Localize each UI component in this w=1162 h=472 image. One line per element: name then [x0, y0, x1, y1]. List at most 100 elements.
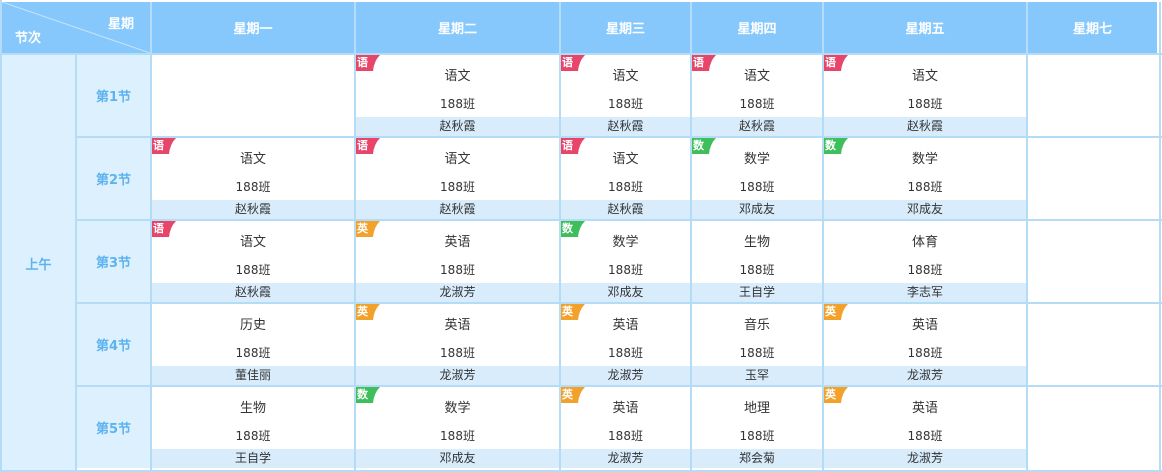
class-name: 188班 — [440, 180, 475, 194]
class-name: 188班 — [608, 263, 643, 277]
class-name: 188班 — [907, 97, 943, 111]
subject-name: 数学 — [743, 152, 770, 167]
schedule-cell-p1-sun[interactable] — [1028, 55, 1157, 136]
subject-name: 历史 — [239, 318, 266, 333]
subject-name: 语文 — [743, 69, 770, 84]
teacher-name: 王自学 — [692, 283, 822, 302]
schedule-cell-p4-mon[interactable]: 历史 188班董佳丽 — [152, 304, 354, 385]
teacher-name: 王自学 — [152, 449, 354, 468]
subject-name: 语文 — [239, 235, 266, 250]
day-header-thu: 星期四 — [692, 2, 822, 53]
schedule-cell-p3-mon[interactable]: 语语文 188班 赵秋霞 — [152, 221, 354, 302]
schedule-cell-p5-tue[interactable]: 数数学 188班 邓成友 — [356, 387, 559, 468]
schedule-cell-p5-thu[interactable]: 地理 188班 郑会菊 — [692, 387, 822, 468]
schedule-cell-p3-thu[interactable]: 生物 188班 王自学 — [692, 221, 822, 302]
class-name: 188班 — [235, 346, 271, 360]
schedule-cell-p5-sun[interactable] — [1028, 387, 1157, 468]
day-header-tue: 星期二 — [356, 2, 559, 53]
class-name: 188班 — [907, 180, 943, 194]
schedule-cell-p1-wed[interactable]: 语语文 188班 赵秋霞 — [561, 55, 690, 136]
schedule-cell-p4-wed[interactable]: 英英语 188班 龙淑芳 — [561, 304, 690, 385]
class-name: 188班 — [739, 180, 775, 194]
schedule-cell-p2-thu[interactable]: 数数学 188班 邓成友 — [692, 138, 822, 219]
corner-weekday-label: 星期 — [107, 17, 134, 32]
teacher-name: 赵秋霞 — [692, 117, 822, 136]
subject-name: 语文 — [239, 152, 266, 167]
subject-name: 语文 — [612, 152, 639, 167]
subject-name: 数学 — [444, 401, 471, 416]
schedule-cell-p1-fri[interactable]: 语语文 188班 赵秋霞 — [824, 55, 1026, 136]
teacher-name: 龙淑芳 — [561, 449, 690, 468]
subject-name: 生物 — [239, 401, 266, 416]
grid-line-col-2 — [354, 2, 356, 472]
class-name: 188班 — [235, 263, 271, 277]
period-label-4: 第4节 — [77, 304, 150, 385]
subject-name: 生物 — [743, 235, 770, 250]
subject-name: 英语 — [444, 235, 471, 250]
schedule-cell-p3-wed[interactable]: 数数学 188班 邓成友 — [561, 221, 690, 302]
class-name: 188班 — [608, 429, 643, 443]
grid-line-col-1 — [150, 2, 152, 472]
subject-name: 数学 — [911, 152, 938, 167]
schedule-cell-p3-sun[interactable] — [1028, 221, 1157, 302]
subject-name: 英语 — [612, 401, 639, 416]
grid-line-col-3 — [559, 2, 561, 472]
teacher-name: 龙淑芳 — [356, 283, 559, 302]
period-label-1: 第1节 — [77, 55, 150, 136]
schedule-cell-p1-mon[interactable] — [152, 55, 354, 136]
schedule-cell-p3-tue[interactable]: 英英语 188班 龙淑芳 — [356, 221, 559, 302]
class-name: 188班 — [235, 429, 271, 443]
schedule-cell-p5-fri[interactable]: 英英语 188班 龙淑芳 — [824, 387, 1026, 468]
schedule-cell-p5-wed[interactable]: 英英语 188班 龙淑芳 — [561, 387, 690, 468]
schedule-cell-p2-sun[interactable] — [1028, 138, 1157, 219]
teacher-name: 赵秋霞 — [561, 117, 690, 136]
grid-line-row-4 — [77, 385, 1162, 387]
day-header-wed: 星期三 — [561, 2, 690, 53]
schedule-cell-p3-fri[interactable]: 体育 188班 李志军 — [824, 221, 1026, 302]
class-name: 188班 — [235, 180, 271, 194]
grid-line-left-edge — [0, 0, 2, 472]
subject-name: 数学 — [612, 235, 639, 250]
teacher-name: 赵秋霞 — [824, 117, 1026, 136]
schedule-cell-p4-fri[interactable]: 英英语 188班 龙淑芳 — [824, 304, 1026, 385]
subject-name: 英语 — [612, 318, 639, 333]
grid-line-section-divider — [75, 55, 77, 472]
grid-line-header-bottom — [0, 53, 1162, 55]
period-label-2: 第2节 — [77, 138, 150, 219]
grid-line-row-2 — [77, 219, 1162, 221]
class-name: 188班 — [907, 263, 943, 277]
timetable: 星期 节次 上午 星期一 星期二 星期三 星期四 星期五 星期七 第1节 第2节 第3节 第4节第… — [0, 0, 1162, 472]
schedule-cell-p2-mon[interactable]: 语语文 188班 赵秋霞 — [152, 138, 354, 219]
schedule-cell-p1-thu[interactable]: 语语文 188班 赵秋霞 — [692, 55, 822, 136]
grid-line-col-5 — [822, 2, 824, 472]
day-header-fri: 星期五 — [824, 2, 1026, 53]
teacher-name: 邓成友 — [561, 283, 690, 302]
schedule-cell-p2-tue[interactable]: 语语文 188班 赵秋霞 — [356, 138, 559, 219]
subject-name: 语文 — [444, 152, 471, 167]
schedule-cell-p1-tue[interactable]: 语语文 188班 赵秋霞 — [356, 55, 559, 136]
subject-name: 语文 — [612, 69, 639, 84]
class-name: 188班 — [440, 429, 475, 443]
teacher-name: 董佳丽 — [152, 366, 354, 385]
schedule-cell-p2-wed[interactable]: 语语文 188班 赵秋霞 — [561, 138, 690, 219]
teacher-name: 龙淑芳 — [824, 449, 1026, 468]
day-header-mon: 星期一 — [152, 2, 354, 53]
teacher-name: 赵秋霞 — [152, 200, 354, 219]
teacher-name: 玉罕 — [692, 366, 822, 385]
class-name: 188班 — [608, 346, 643, 360]
teacher-name: 邓成友 — [356, 449, 559, 468]
subject-name: 音乐 — [743, 318, 770, 333]
schedule-cell-p2-fri[interactable]: 数数学 188班 邓成友 — [824, 138, 1026, 219]
grid-line-row-3 — [77, 302, 1162, 304]
teacher-name: 赵秋霞 — [561, 200, 690, 219]
corner-period-label: 节次 — [15, 31, 42, 46]
teacher-name: 赵秋霞 — [356, 117, 559, 136]
schedule-cell-p4-thu[interactable]: 音乐 188班 玉罕 — [692, 304, 822, 385]
period-label-5: 第5节 — [77, 387, 150, 468]
subject-name: 地理 — [743, 401, 770, 416]
subject-name: 英语 — [911, 401, 938, 416]
schedule-cell-p5-mon[interactable]: 生物 188班王自学 — [152, 387, 354, 468]
period-label-3: 第3节 — [77, 221, 150, 302]
schedule-cell-p4-tue[interactable]: 英英语 188班 龙淑芳 — [356, 304, 559, 385]
schedule-cell-p4-sun[interactable] — [1028, 304, 1157, 385]
